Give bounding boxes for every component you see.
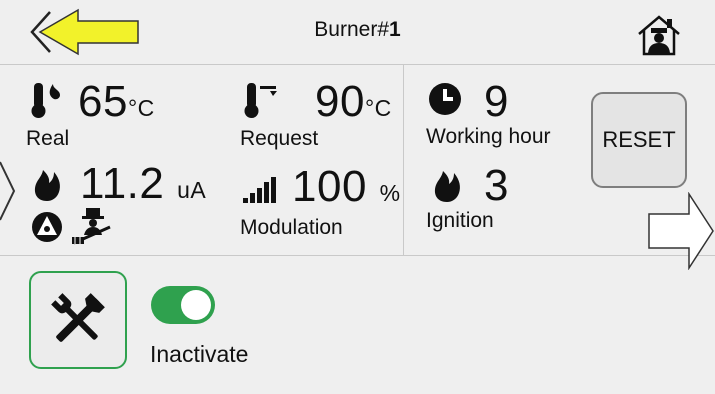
home-chef-icon [638,15,680,56]
reset-button[interactable]: RESET [591,92,687,188]
toggle-knob [181,290,211,320]
request-temp-value: 90°C [315,80,392,124]
ignition-flame-icon [434,171,460,202]
real-temp-unit: °C [127,95,155,121]
real-label: Real [26,127,70,150]
request-temp-number: 90 [315,77,365,126]
next-arrow-icon[interactable] [647,192,715,270]
ignition-value: 3 [484,161,509,210]
previous-arrow-icon[interactable] [0,160,16,222]
title-number: 1 [389,18,401,41]
clock-icon [429,83,461,115]
current-value: 11.2 uA [80,162,206,206]
flame-icon [34,170,60,201]
real-temp-value: 65°C [78,80,155,124]
fan-icon [32,212,62,242]
chimney-sweep-icon [72,208,111,245]
tools-icon [51,293,105,342]
request-temp-unit: °C [364,95,392,121]
thermometer-flame-icon [31,83,60,118]
request-label: Request [240,127,319,150]
modulation-number: 100 [292,162,367,211]
inactivate-label: Inactivate [150,341,249,367]
modulation-unit: % [379,180,401,206]
page-title: Burner#1 [0,18,715,42]
current-number: 11.2 [80,159,165,208]
home-button[interactable] [636,14,682,56]
modulation-label: Modulation [240,216,343,239]
signal-bars-icon [243,177,276,203]
inactivate-toggle[interactable] [151,286,215,324]
working-hour-label: Working hour [426,125,551,148]
title-text: Burner# [314,18,390,41]
current-unit: uA [177,177,207,203]
working-hour-value: 9 [484,77,509,126]
section-divider [0,255,715,256]
tools-button[interactable] [29,271,127,369]
ignition-label: Ignition [426,209,494,232]
thermometer-setpoint-icon [244,83,277,118]
real-temp-number: 65 [78,77,128,126]
modulation-value: 100 % [292,165,401,209]
column-divider [403,65,404,255]
